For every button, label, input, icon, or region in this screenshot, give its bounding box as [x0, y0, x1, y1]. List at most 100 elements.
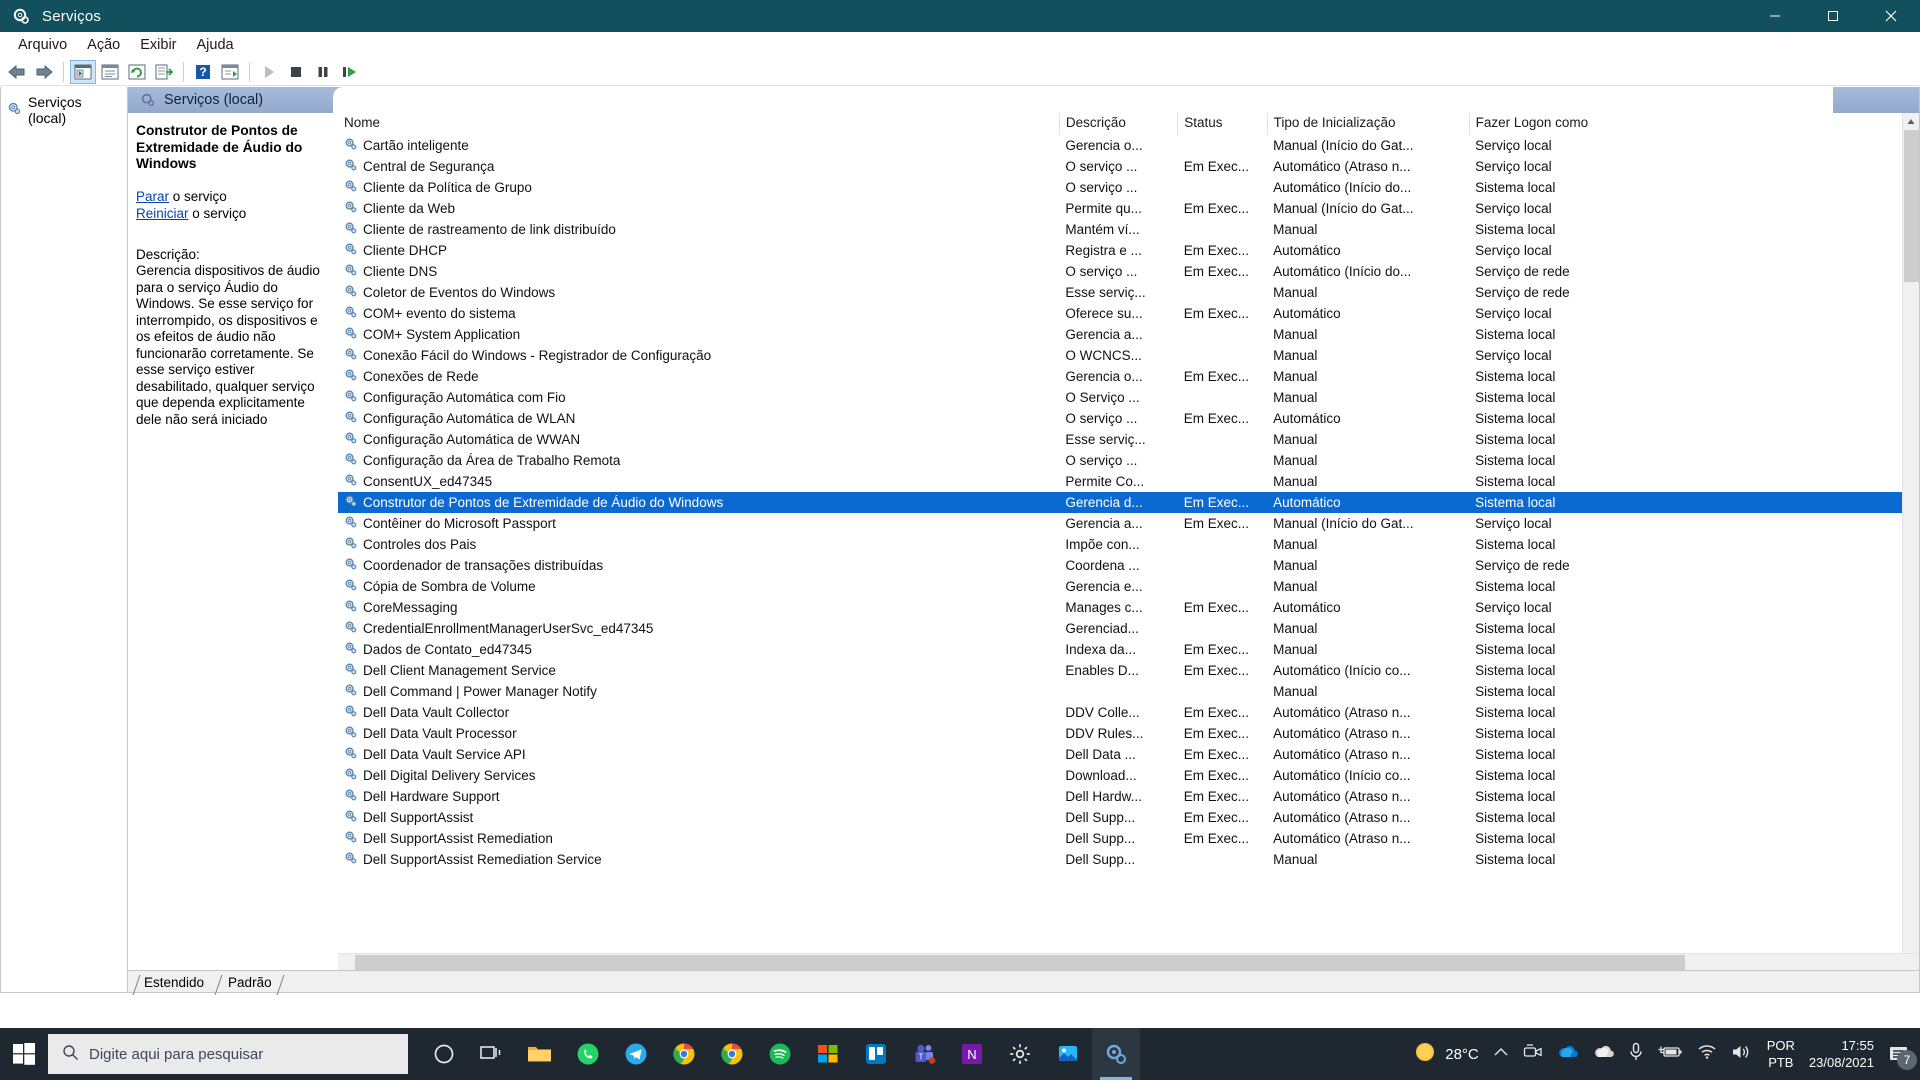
services-icon[interactable]	[1092, 1028, 1140, 1080]
table-row[interactable]: Cliente de rastreamento de link distribu…	[338, 219, 1902, 240]
menu-arquivo[interactable]: Arquivo	[8, 35, 77, 55]
microsoft-store-icon[interactable]	[804, 1028, 852, 1080]
close-button[interactable]	[1862, 0, 1920, 32]
table-row[interactable]: Conexões de Rede Gerencia o... Em Exec... M…	[338, 366, 1902, 387]
chrome-icon[interactable]	[660, 1028, 708, 1080]
vertical-scrollbar[interactable]	[1902, 113, 1919, 970]
forward-icon[interactable]	[31, 60, 57, 84]
table-row[interactable]: Coletor de Eventos do Windows Esse serviç…	[338, 282, 1902, 303]
table-row[interactable]: Construtor de Pontos de Extremidade de Á…	[338, 492, 1902, 513]
chrome-icon-2[interactable]	[708, 1028, 756, 1080]
cell-log-on-as: Sistema local	[1475, 369, 1556, 384]
new-window-icon[interactable]	[217, 60, 243, 84]
tab-estendido[interactable]: Estendido	[132, 974, 217, 996]
menu-exibir[interactable]: Exibir	[130, 35, 186, 55]
language-indicator[interactable]: POR PTB	[1767, 1037, 1795, 1071]
weather-widget[interactable]: 28°C	[1413, 1040, 1479, 1068]
table-row[interactable]: ConsentUX_ed47345 Permite Co... Manual Sist…	[338, 471, 1902, 492]
menu-ajuda[interactable]: Ajuda	[187, 35, 244, 55]
tab-padrao[interactable]: Padrão	[214, 974, 285, 996]
restart-service-link[interactable]: Reiniciar	[136, 206, 189, 221]
column-header-fazer-logon-como[interactable]: Fazer Logon como	[1469, 113, 1902, 135]
table-row[interactable]: Dell Data Vault Service API Dell Data ...…	[338, 744, 1902, 765]
maximize-button[interactable]	[1804, 0, 1862, 32]
table-row[interactable]: Configuração Automática de WWAN Esse serv…	[338, 429, 1902, 450]
clock[interactable]: 17:55 23/08/2021	[1809, 1037, 1874, 1071]
cortana-icon[interactable]	[420, 1028, 468, 1080]
telegram-icon[interactable]	[612, 1028, 660, 1080]
table-row[interactable]: Dell Digital Delivery Services Download..…	[338, 765, 1902, 786]
menu-acao[interactable]: Ação	[77, 35, 130, 55]
table-row[interactable]: Dell SupportAssist Remediation Dell Supp.…	[338, 828, 1902, 849]
properties-icon[interactable]	[97, 60, 123, 84]
column-header-tipo-inicializacao[interactable]: Tipo de Inicialização	[1267, 113, 1470, 135]
onedrive-grey-icon[interactable]	[1593, 1044, 1615, 1064]
back-icon[interactable]	[4, 60, 30, 84]
pause-service-icon[interactable]	[310, 60, 336, 84]
microsoft-teams-icon[interactable]: T	[900, 1028, 948, 1080]
table-row[interactable]: COM+ System Application Gerencia a... Manu…	[338, 324, 1902, 345]
plug-battery-icon[interactable]	[1657, 1044, 1683, 1065]
table-row[interactable]: Conexão Fácil do Windows - Registrador d…	[338, 345, 1902, 366]
settings-icon[interactable]	[996, 1028, 1044, 1080]
photos-icon[interactable]	[1044, 1028, 1092, 1080]
table-row[interactable]: Cópia de Sombra de Volume Gerencia e... Ma…	[338, 576, 1902, 597]
trello-icon[interactable]	[852, 1028, 900, 1080]
table-row[interactable]: Configuração da Área de Trabalho Remota O…	[338, 450, 1902, 471]
table-row[interactable]: Configuração Automática com Fio O Serviço…	[338, 387, 1902, 408]
windows-logo-icon[interactable]	[0, 1028, 48, 1080]
table-row[interactable]: Dell Client Management Service Enables D.…	[338, 660, 1902, 681]
file-explorer-icon[interactable]	[516, 1028, 564, 1080]
export-list-icon[interactable]	[151, 60, 177, 84]
table-row[interactable]: Dell Hardware Support Dell Hardw... Em Exe…	[338, 786, 1902, 807]
action-center-icon[interactable]: 7	[1888, 1044, 1917, 1070]
table-row[interactable]: Dados de Contato_ed47345 Indexa da... Em E…	[338, 639, 1902, 660]
whatsapp-icon[interactable]	[564, 1028, 612, 1080]
search-input[interactable]: Digite aqui para pesquisar	[48, 1034, 408, 1074]
column-header-descricao[interactable]: Descrição	[1059, 113, 1179, 135]
horizontal-scroll-thumb[interactable]	[355, 955, 1685, 970]
chevron-up-icon[interactable]	[1493, 1045, 1509, 1063]
scroll-up-button[interactable]	[1903, 113, 1919, 130]
menu-bar: Arquivo Ação Exibir Ajuda	[0, 32, 1920, 58]
screen-record-icon[interactable]	[1523, 1043, 1543, 1065]
table-row[interactable]: CoreMessaging Manages c... Em Exec... Autom…	[338, 597, 1902, 618]
help-icon[interactable]: ?	[190, 60, 216, 84]
table-row[interactable]: Dell SupportAssist Dell Supp... Em Exec...…	[338, 807, 1902, 828]
table-row[interactable]: Dell Data Vault Collector DDV Colle... Em …	[338, 702, 1902, 723]
start-service-icon[interactable]	[256, 60, 282, 84]
horizontal-scrollbar[interactable]	[338, 953, 1919, 970]
table-row[interactable]: Cliente DNS O serviço ... Em Exec... Automá…	[338, 261, 1902, 282]
table-row[interactable]: Cartão inteligente Gerencia o... Manual (I…	[338, 135, 1902, 156]
table-row[interactable]: Coordenador de transações distribuídas Co…	[338, 555, 1902, 576]
table-row[interactable]: Contêiner do Microsoft Passport Gerencia …	[338, 513, 1902, 534]
tree-item-services-local[interactable]: Serviços (local)	[1, 87, 127, 126]
table-row[interactable]: COM+ evento do sistema Oferece su... Em Ex…	[338, 303, 1902, 324]
stop-service-link[interactable]: Parar	[136, 189, 169, 204]
volume-icon[interactable]	[1731, 1043, 1753, 1066]
table-row[interactable]: Dell SupportAssist Remediation Service De…	[338, 849, 1902, 870]
table-row[interactable]: Central de Segurança O serviço ... Em Exec…	[338, 156, 1902, 177]
onenote-icon[interactable]: N	[948, 1028, 996, 1080]
wifi-icon[interactable]	[1697, 1044, 1717, 1065]
table-row[interactable]: Cliente DHCP Registra e ... Em Exec... Auto…	[338, 240, 1902, 261]
spotify-icon[interactable]	[756, 1028, 804, 1080]
column-header-status[interactable]: Status	[1177, 113, 1268, 135]
table-row[interactable]: Controles dos Pais Impõe con... Manual Sist…	[338, 534, 1902, 555]
table-row[interactable]: Dell Data Vault Processor DDV Rules... Em …	[338, 723, 1902, 744]
restart-service-icon[interactable]	[337, 60, 363, 84]
table-row[interactable]: CredentialEnrollmentManagerUserSvc_ed473…	[338, 618, 1902, 639]
table-row[interactable]: Dell Command | Power Manager Notify Manua…	[338, 681, 1902, 702]
table-row[interactable]: Configuração Automática de WLAN O serviço…	[338, 408, 1902, 429]
refresh-icon[interactable]	[124, 60, 150, 84]
task-view-icon[interactable]	[468, 1028, 516, 1080]
stop-service-icon[interactable]	[283, 60, 309, 84]
onedrive-icon[interactable]	[1557, 1044, 1579, 1064]
minimize-button[interactable]	[1746, 0, 1804, 32]
vertical-scroll-thumb[interactable]	[1904, 130, 1919, 282]
table-row[interactable]: Cliente da Web Permite qu... Em Exec... Man…	[338, 198, 1902, 219]
microphone-icon[interactable]	[1629, 1042, 1643, 1067]
show-hide-console-tree-icon[interactable]	[70, 59, 96, 84]
table-row[interactable]: Cliente da Política de Grupo O serviço ..…	[338, 177, 1902, 198]
column-header-nome[interactable]: Nome	[338, 113, 1060, 135]
